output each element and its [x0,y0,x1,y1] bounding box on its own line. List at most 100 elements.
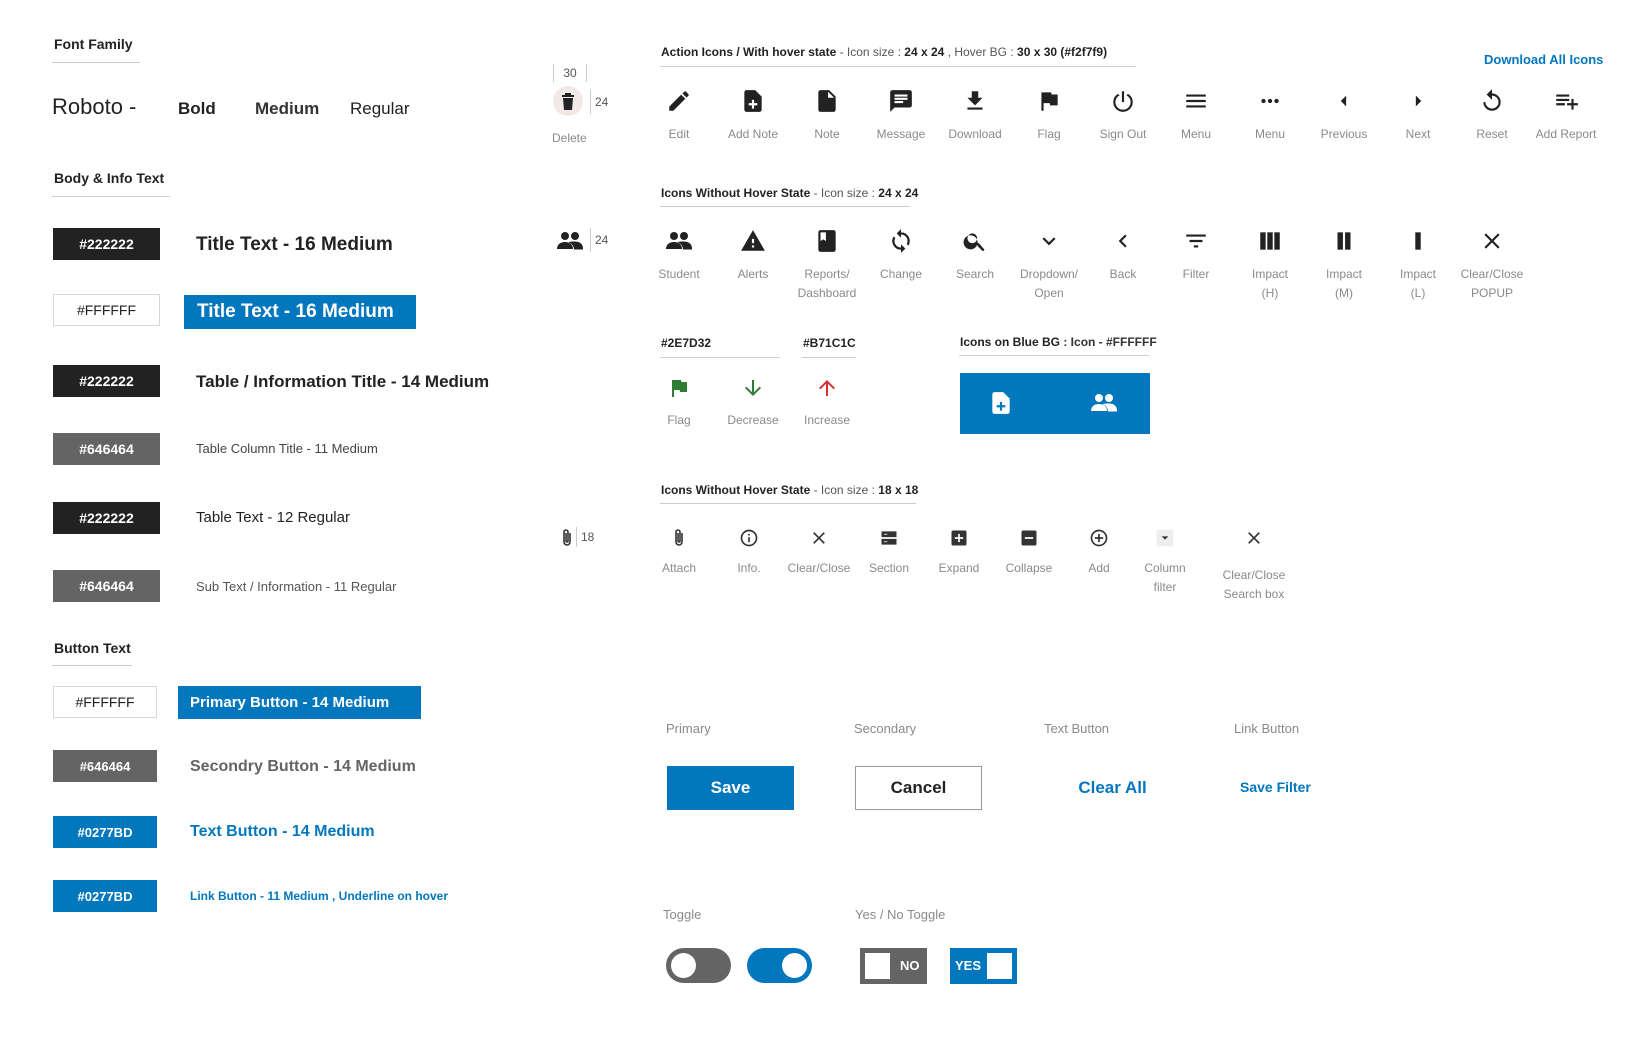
yes-label: YES [955,958,982,973]
delete-width-marker: 30 [553,64,587,82]
toggle-on[interactable] [747,948,812,983]
toggle-knob [671,953,696,978]
blue-bg-title: Icons on Blue BG : Icon - #FFFFFF [960,335,1157,349]
add-report-icon [1556,94,1578,110]
flag-green-item: Flag [642,376,716,430]
close-icon [1484,233,1500,249]
divider [52,62,140,63]
weight-bold: Bold [178,99,216,118]
note-action[interactable]: Note [790,88,864,144]
impact-h-item: Impact (H) [1233,228,1307,303]
add-report-action[interactable]: Add Report [1529,88,1603,144]
add-circle-icon [1090,529,1108,547]
download-all-icons-link[interactable]: Download All Icons [1484,52,1603,67]
delete-icon [562,93,574,110]
dropdown-item: Dropdown/ Open [1012,228,1086,303]
student-white-icon[interactable] [1090,392,1118,414]
action-icons-title: Action Icons / With hover state - Icon s… [661,45,1108,59]
text-button-caption: Text Button [1044,721,1110,736]
decrease-item: Decrease [716,376,790,430]
clear-all-button[interactable]: Clear All [1040,766,1185,810]
save-filter-link[interactable]: Save Filter [1240,779,1311,795]
more-action[interactable]: Menu [1233,88,1307,144]
no-toggle[interactable]: NO [860,948,927,984]
sample-table-column-title: Table Column Title - 11 Medium [196,441,378,456]
change-item: Change [864,228,938,284]
swatch-646464: #646464 [53,750,157,782]
edit-action[interactable]: Edit [642,88,716,144]
button-text-header: Button Text [54,640,131,656]
toggle-knob [987,953,1012,979]
next-icon [1415,95,1422,107]
impact-l-icon [1415,232,1421,250]
attach-item: Attach [642,528,716,578]
divider [660,503,916,504]
sample-table-info-title: Table / Information Title - 14 Medium [196,372,490,391]
menu-action[interactable]: Menu [1159,88,1233,144]
close-popup-item: Clear/Close POPUP [1455,228,1529,303]
flag-action[interactable]: Flag [1012,88,1086,144]
cancel-button[interactable]: Cancel [855,766,982,810]
toggle-caption: Toggle [663,907,702,922]
download-action[interactable]: Download [938,88,1012,144]
search-icon [963,233,985,252]
clear-close-item: Clear/Close [782,528,856,578]
add-note-white-icon[interactable] [988,390,1014,416]
sample-title-text: Title Text - 16 Medium [196,234,393,255]
swatch-646464: #646464 [53,433,160,465]
message-action[interactable]: Message [864,88,938,144]
delete-hover-bg[interactable] [553,86,583,116]
body-info-header: Body & Info Text [54,170,165,186]
column-filter-item: Column filter [1128,528,1202,597]
link-button-caption: Link Button [1234,721,1300,736]
impact-m-item: Impact (M) [1307,228,1381,303]
attach-size-marker: 18 [576,527,594,547]
search-item: Search [938,228,1012,284]
attach-icon [675,529,683,546]
collapse-icon [1021,530,1037,546]
sample-sub-text: Sub Text / Information - 11 Regular [196,579,397,594]
reset-action[interactable]: Reset [1455,88,1529,144]
sign-out-icon [1113,91,1133,112]
yes-toggle[interactable]: YES [950,948,1017,984]
divider [802,357,856,358]
column-filter-icon [1156,529,1174,547]
previous-action[interactable]: Previous [1307,88,1381,144]
increase-item: Increase [790,376,864,430]
previous-icon [1340,95,1347,107]
weight-medium: Medium [255,99,320,118]
download-icon [967,91,983,110]
sample-link-button: Link Button - 11 Medium , Underline on h… [190,889,449,903]
swatch-ffffff: #FFFFFF [53,686,157,718]
primary-caption: Primary [666,721,711,736]
no-label: NO [900,958,920,973]
attach-icon [563,529,571,546]
swatch-222222: #222222 [53,365,160,397]
toggle-knob [782,953,807,978]
impact-l-item: Impact (L) [1381,228,1455,303]
sign-out-action[interactable]: Sign Out [1086,88,1160,144]
section-item: Section [852,528,926,578]
impact-m-icon [1337,232,1351,250]
divider [959,355,1149,356]
alert-icon [741,230,765,251]
blue-bg-panel [960,373,1150,434]
swatch-222222: #222222 [53,502,160,534]
toggle-off[interactable] [666,948,731,983]
save-button[interactable]: Save [667,766,794,810]
no-hover-24-title: Icons Without Hover State - Icon size : … [661,186,919,200]
next-action[interactable]: Next [1381,88,1455,144]
more-icon [1261,98,1279,104]
divider [660,357,780,358]
sample-table-text: Table Text - 12 Regular [196,509,350,526]
toggle-knob [865,953,890,979]
swatch-222222: #222222 [53,228,160,260]
edit-icon [669,91,689,111]
divider [52,665,132,666]
filter-item: Filter [1159,228,1233,284]
swatch-0277bd: #0277BD [53,816,157,848]
add-note-action[interactable]: Add Note [716,88,790,144]
font-family-header: Font Family [54,36,133,52]
divider [52,196,170,197]
reports-icon [818,230,836,252]
